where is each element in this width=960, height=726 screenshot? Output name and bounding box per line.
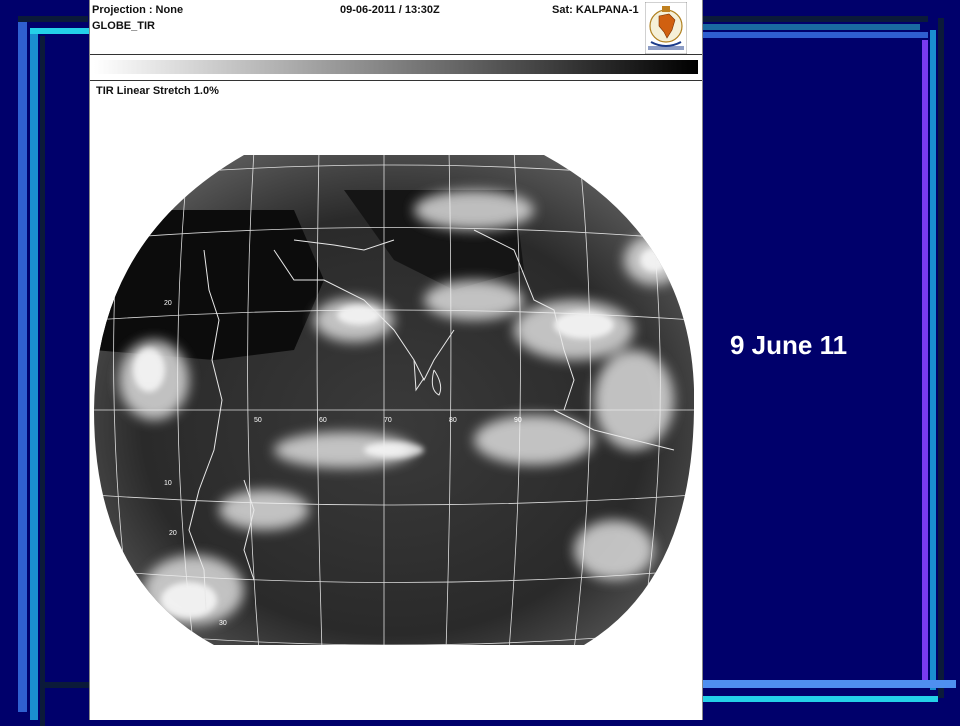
left-bar-2 bbox=[30, 30, 38, 720]
imd-emblem-icon bbox=[645, 2, 687, 54]
latitude-label: 20 bbox=[164, 300, 172, 307]
latitude-label: 10 bbox=[164, 480, 172, 487]
top-left-bar-1 bbox=[18, 16, 88, 22]
product-label: GLOBE_TIR bbox=[92, 20, 155, 32]
left-bar-3 bbox=[40, 36, 45, 726]
top-right-bar-1 bbox=[700, 16, 928, 22]
stretch-divider bbox=[90, 80, 702, 81]
satellite-image-panel: Projection : None GLOBE_TIR 09-06-2011 /… bbox=[89, 0, 703, 720]
bottom-left-bar bbox=[40, 682, 90, 688]
datetime-label: 09-06-2011 / 13:30Z bbox=[340, 4, 440, 16]
top-right-bar-3 bbox=[700, 32, 928, 38]
top-left-bar-2 bbox=[30, 28, 90, 34]
latitude-label: 30 bbox=[219, 620, 227, 627]
longitude-label: 50 bbox=[254, 417, 262, 424]
satellite-label: Sat: KALPANA-1 bbox=[552, 4, 639, 16]
longitude-label: 70 bbox=[384, 417, 392, 424]
right-bar-2 bbox=[930, 30, 936, 690]
projection-label: Projection : None bbox=[92, 4, 184, 16]
bottom-right-bar-1 bbox=[700, 680, 956, 688]
header-divider bbox=[90, 54, 702, 55]
longitude-label: 60 bbox=[319, 417, 327, 424]
grayscale-bar bbox=[94, 60, 698, 74]
bottom-right-bar-2 bbox=[700, 696, 938, 702]
longitude-label: 80 bbox=[449, 417, 457, 424]
right-bar-1 bbox=[922, 40, 928, 680]
globe-image: 50 60 70 80 90 20 10 20 30 bbox=[94, 150, 695, 655]
top-right-bar-2 bbox=[700, 24, 920, 30]
date-caption: 9 June 11 bbox=[730, 330, 848, 360]
left-bar-1 bbox=[18, 22, 27, 712]
longitude-label: 90 bbox=[514, 417, 522, 424]
stretch-label: TIR Linear Stretch 1.0% bbox=[96, 85, 219, 97]
latitude-label: 20 bbox=[169, 530, 177, 537]
right-bar-3 bbox=[938, 18, 944, 698]
